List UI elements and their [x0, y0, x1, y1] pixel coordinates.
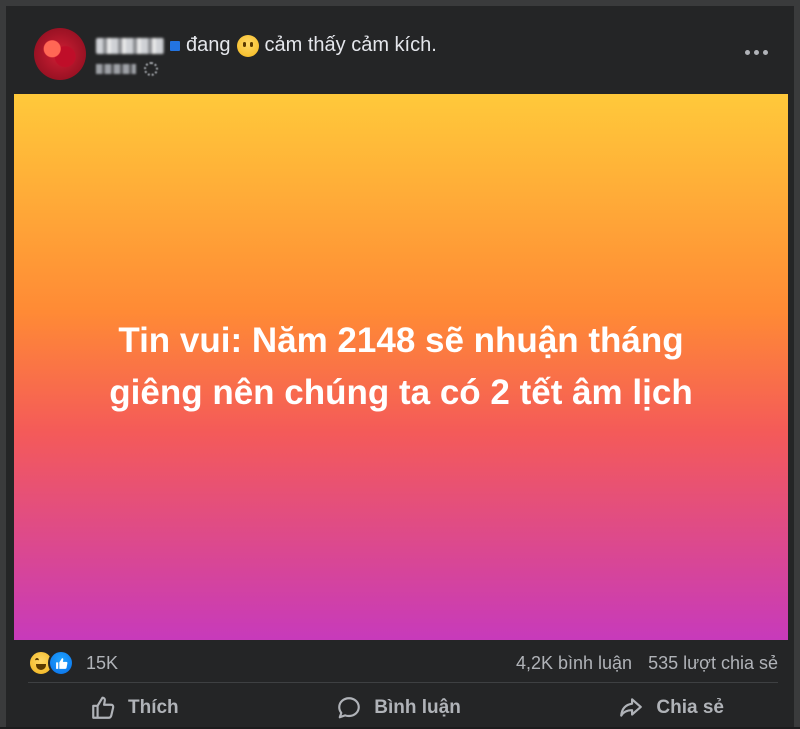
share-label: Chia sẻ — [656, 697, 724, 718]
like-reaction-icon — [48, 650, 74, 676]
comment-count-link[interactable]: 4,2K bình luận — [516, 653, 632, 674]
post-text: Tin vui: Năm 2148 sẽ nhuận tháng giêng n… — [71, 315, 731, 419]
post-card: đang cảm thấy cảm kích. Tin vui: Năm 214… — [0, 0, 800, 727]
like-button[interactable]: Thích — [28, 691, 229, 721]
dot-icon — [753, 49, 759, 55]
more-options-button[interactable] — [740, 42, 772, 62]
feeling-prefix: đang — [186, 34, 231, 56]
dot-icon — [762, 49, 768, 55]
comment-button[interactable]: Bình luận — [286, 691, 511, 721]
share-button[interactable]: Chia sẻ — [568, 691, 778, 721]
dot-icon — [744, 49, 750, 55]
post-text-line: giêng nên chúng ta có 2 tết âm lịch — [109, 373, 693, 412]
post-meta — [96, 62, 158, 76]
post-background-text[interactable]: Tin vui: Năm 2148 sẽ nhuận tháng giêng n… — [14, 94, 788, 640]
comment-icon — [338, 697, 361, 719]
like-label: Thích — [128, 697, 179, 718]
audience-icon — [144, 62, 158, 76]
post-text-line: Tin vui: Năm 2148 sẽ nhuận tháng — [118, 321, 684, 360]
author-name-blurred[interactable] — [96, 37, 164, 54]
verified-badge-icon — [170, 40, 180, 51]
thumbs-up-icon — [92, 696, 115, 719]
reactions-summary[interactable]: 15K — [28, 650, 118, 676]
post-header: đang cảm thấy cảm kích. — [28, 24, 778, 84]
header-title: đang cảm thấy cảm kích. — [96, 34, 437, 57]
post-stats: 15K 4,2K bình luận 535 lượt chia sẻ — [28, 646, 778, 680]
feeling-emoji-icon — [236, 34, 259, 57]
share-icon — [620, 698, 643, 717]
avatar[interactable] — [34, 28, 86, 80]
feeling-text: cảm thấy cảm kích. — [264, 34, 437, 56]
share-count-link[interactable]: 535 lượt chia sẻ — [648, 653, 778, 674]
timestamp-blurred[interactable] — [96, 64, 136, 74]
comment-label: Bình luận — [374, 697, 461, 718]
action-bar: Thích Bình luận Chia sẻ — [28, 682, 778, 729]
reaction-count: 15K — [86, 652, 119, 673]
